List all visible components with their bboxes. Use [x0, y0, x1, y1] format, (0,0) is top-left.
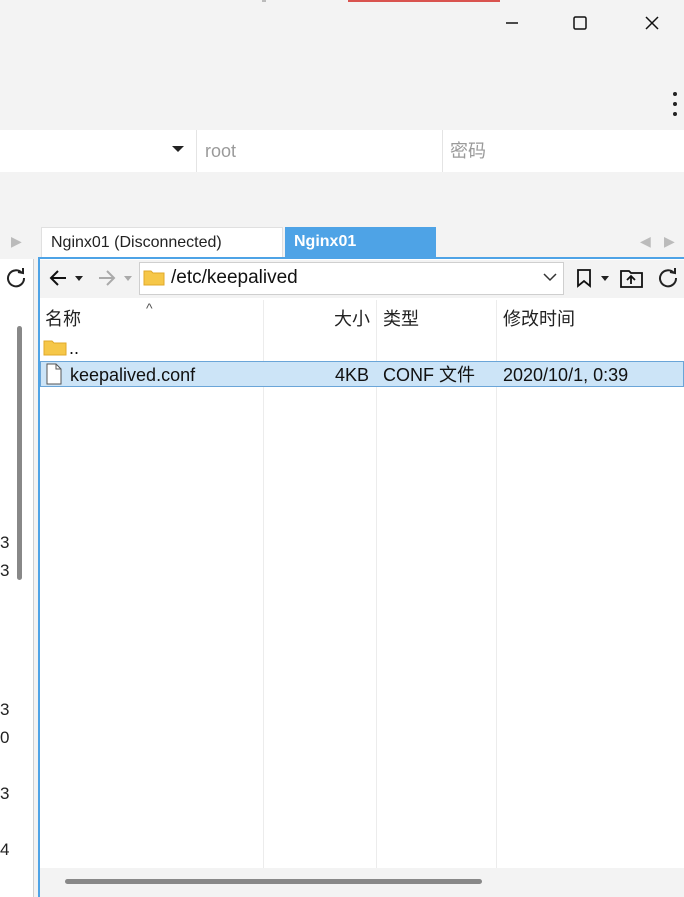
field-divider [196, 130, 197, 172]
folder-icon [43, 338, 67, 356]
host-select[interactable] [0, 130, 196, 172]
remote-panel [38, 259, 684, 897]
minimize-icon [506, 22, 518, 24]
tab-scroll-prev-icon[interactable]: ◀ [640, 233, 651, 250]
remote-refresh-icon[interactable] [657, 266, 679, 288]
tab-scroll-left-icon[interactable]: ▶ [11, 233, 22, 250]
tab-nginx01-disconnected[interactable]: Nginx01 (Disconnected) [41, 227, 283, 257]
column-header-name[interactable]: 名称 [45, 305, 81, 331]
local-fragment: 3 [0, 561, 10, 580]
window-accent-mark [262, 0, 266, 2]
column-header-size[interactable]: 大小 [334, 305, 370, 331]
local-fragment: 3 [0, 700, 10, 719]
local-scrollbar[interactable] [17, 326, 22, 580]
file-type: CONF 文件 [383, 365, 475, 385]
forward-icon[interactable] [97, 268, 117, 288]
file-modified: 2020/10/1, 0:39 [503, 365, 629, 385]
file-size: 4KB [335, 365, 370, 385]
window-accent-strip [348, 0, 500, 2]
path-text: /etc/keepalived [171, 267, 298, 288]
maximize-button[interactable] [558, 4, 602, 42]
bookmark-dropdown-icon[interactable] [601, 276, 609, 281]
password-field[interactable]: 密码 [450, 130, 486, 172]
field-divider [442, 130, 443, 172]
username-field[interactable]: root [205, 130, 236, 172]
list-item-parent[interactable]: .. [69, 335, 79, 361]
more-options-icon[interactable] [670, 92, 680, 116]
minimize-button[interactable] [490, 4, 534, 42]
bookmark-icon[interactable] [576, 268, 592, 288]
local-fragment: 0 [0, 728, 10, 747]
forward-dropdown-icon[interactable] [124, 276, 132, 281]
horizontal-scrollbar[interactable] [65, 879, 482, 884]
file-icon [46, 363, 62, 385]
refresh-icon[interactable] [5, 266, 27, 288]
local-fragment: 4 [0, 840, 10, 859]
close-icon [645, 16, 659, 30]
tab-scroll-next-icon[interactable]: ▶ [664, 233, 675, 250]
close-button[interactable] [630, 4, 674, 42]
back-dropdown-icon[interactable] [75, 276, 83, 281]
parent-folder-icon[interactable] [620, 267, 644, 289]
maximize-icon [573, 16, 587, 30]
file-name[interactable]: keepalived.conf [70, 362, 195, 388]
tab-nginx01[interactable]: Nginx01 [285, 227, 436, 258]
sort-ascending-icon: ^ [146, 300, 153, 316]
local-fragment: 3 [0, 533, 10, 552]
column-header-modified[interactable]: 修改时间 [503, 305, 575, 331]
folder-icon [143, 268, 165, 286]
back-icon[interactable] [48, 268, 68, 288]
chevron-down-icon[interactable] [172, 146, 184, 152]
local-fragment: 3 [0, 784, 10, 803]
path-dropdown-icon[interactable] [543, 272, 557, 282]
column-header-type[interactable]: 类型 [383, 305, 419, 331]
